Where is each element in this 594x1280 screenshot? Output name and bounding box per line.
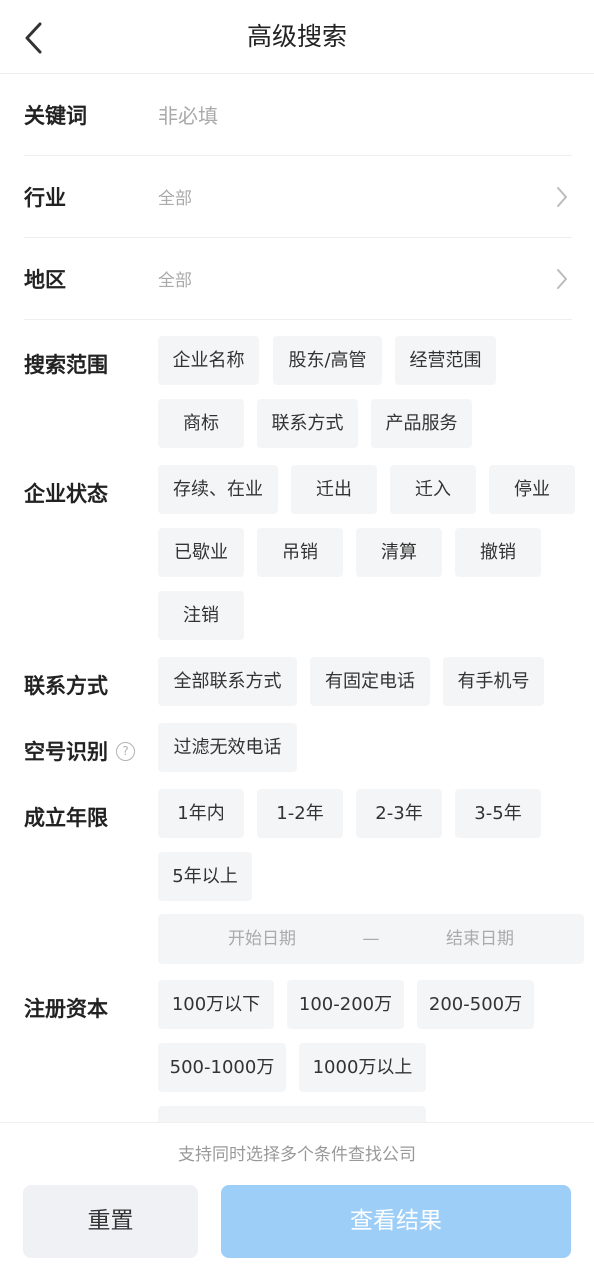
scope-option[interactable]: 商标 <box>158 399 244 448</box>
status-option[interactable]: 清算 <box>356 528 442 577</box>
contact-option[interactable]: 全部联系方式 <box>158 657 297 706</box>
date-range-picker[interactable]: 开始日期 — 结束日期 <box>158 914 584 964</box>
header: 高级搜索 <box>0 0 594 74</box>
region-label: 地区 <box>24 267 66 292</box>
scope-option[interactable]: 企业名称 <box>158 336 259 385</box>
capital-label: 注册资本 <box>24 997 108 1021</box>
status-option[interactable]: 迁出 <box>291 465 377 514</box>
status-option[interactable]: 已歇业 <box>158 528 244 577</box>
chevron-right-icon <box>552 267 572 291</box>
years-option[interactable]: 3-5年 <box>455 789 541 838</box>
capital-option[interactable]: 100万以下 <box>158 980 274 1029</box>
years-label: 成立年限 <box>24 806 108 830</box>
chevron-right-icon <box>552 185 572 209</box>
keyword-row[interactable]: 关键词 非必填 <box>24 74 572 156</box>
start-date-field[interactable]: 开始日期 <box>158 914 366 964</box>
capital-option[interactable]: 200-500万 <box>417 980 534 1029</box>
contact-option[interactable]: 有固定电话 <box>310 657 430 706</box>
contact-label: 联系方式 <box>24 674 108 698</box>
status-option[interactable]: 撤销 <box>455 528 541 577</box>
contact-option[interactable]: 有手机号 <box>443 657 544 706</box>
view-results-button[interactable]: 查看结果 <box>221 1185 571 1258</box>
keyword-input[interactable]: 非必填 <box>158 100 572 129</box>
footer: 支持同时选择多个条件查找公司 重置 查看结果 <box>0 1122 594 1280</box>
years-option[interactable]: 2-3年 <box>356 789 442 838</box>
help-circle-icon[interactable]: ? <box>116 741 135 761</box>
scope-option[interactable]: 联系方式 <box>257 399 358 448</box>
status-label: 企业状态 <box>24 482 108 506</box>
years-option[interactable]: 1-2年 <box>257 789 343 838</box>
status-option[interactable]: 停业 <box>489 465 575 514</box>
status-option[interactable]: 注销 <box>158 591 244 640</box>
capital-option[interactable]: 1000万以上 <box>299 1043 426 1092</box>
years-option[interactable]: 1年内 <box>158 789 244 838</box>
empty-number-option[interactable]: 过滤无效电话 <box>158 723 297 772</box>
status-option[interactable]: 存续、在业 <box>158 465 278 514</box>
page-title: 高级搜索 <box>246 22 347 51</box>
capital-option[interactable]: 500-1000万 <box>158 1043 286 1092</box>
footer-tip: 支持同时选择多个条件查找公司 <box>178 1145 416 1165</box>
industry-value: 全部 <box>158 189 192 209</box>
empty-number-label: 空号识别 ? <box>24 736 135 766</box>
status-option[interactable]: 迁入 <box>390 465 476 514</box>
scope-option[interactable]: 产品服务 <box>371 399 472 448</box>
years-option[interactable]: 5年以上 <box>158 852 252 901</box>
reset-button[interactable]: 重置 <box>23 1185 198 1258</box>
keyword-label: 关键词 <box>24 103 87 128</box>
region-value: 全部 <box>158 271 192 291</box>
scope-option[interactable]: 股东/高管 <box>273 336 382 385</box>
status-option[interactable]: 吊销 <box>257 528 343 577</box>
region-row[interactable]: 地区 全部 <box>24 238 572 320</box>
scope-label: 搜索范围 <box>24 353 108 377</box>
industry-row[interactable]: 行业 全部 <box>24 156 572 238</box>
industry-label: 行业 <box>24 185 66 210</box>
scope-option[interactable]: 经营范围 <box>395 336 496 385</box>
capital-option[interactable]: 100-200万 <box>287 980 404 1029</box>
end-date-field[interactable]: 结束日期 <box>376 914 584 964</box>
